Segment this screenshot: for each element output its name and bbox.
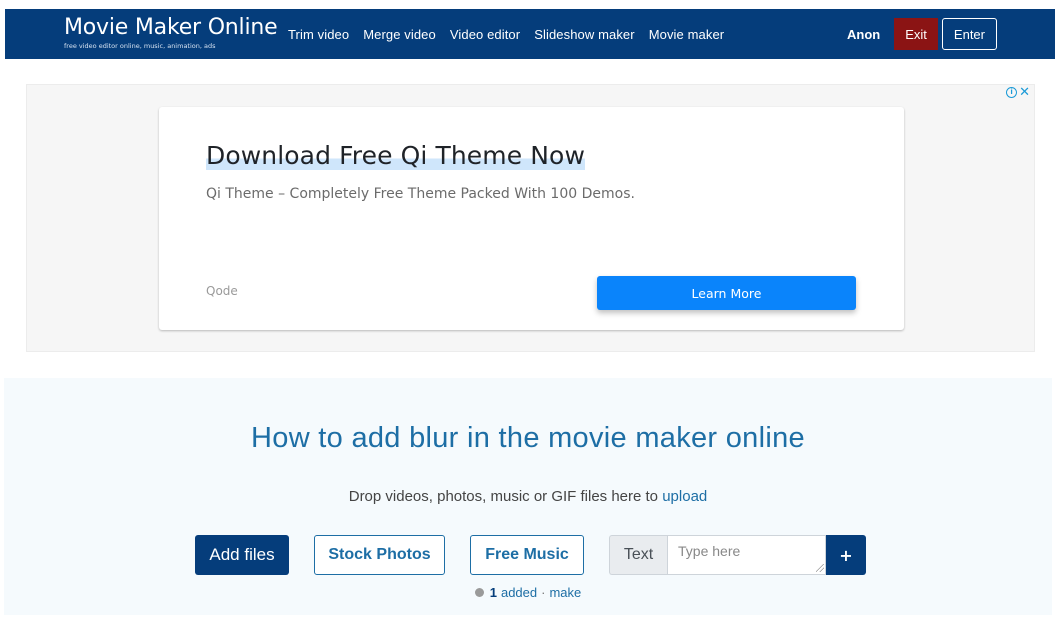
nav-link-merge-video[interactable]: Merge video [363, 27, 436, 42]
free-music-button[interactable]: Free Music [470, 535, 584, 575]
drop-instructions: Drop videos, photos, music or GIF files … [348, 488, 663, 505]
brand-logo[interactable]: Movie Maker Online free video editor onl… [64, 15, 278, 50]
upload-section: How to add blur in the movie maker onlin… [4, 378, 1052, 615]
nav-link-trim-video[interactable]: Trim video [288, 27, 349, 42]
page-title: How to add blur in the movie maker onlin… [251, 422, 805, 454]
ad-banner: i ✕ Download Free Qi Theme Now Qi Theme … [26, 84, 1035, 352]
info-icon[interactable]: i [1006, 87, 1018, 98]
nav-link-slideshow-maker[interactable]: Slideshow maker [534, 27, 635, 42]
text-addon-label: Text [609, 535, 667, 575]
learn-more-button[interactable]: Learn More [597, 276, 856, 310]
add-text-button[interactable]: + [826, 535, 866, 575]
drop-zone-text: Drop videos, photos, music or GIF files … [4, 488, 1052, 505]
add-files-button[interactable]: Add files [195, 535, 289, 575]
text-input-group: Text + [609, 535, 866, 575]
files-count: 1 [489, 585, 497, 600]
enter-button[interactable]: Enter [941, 18, 997, 50]
nav-link-video-editor[interactable]: Video editor [450, 27, 520, 42]
nav-link-movie-maker[interactable]: Movie maker [649, 27, 725, 42]
ad-headline[interactable]: Download Free Qi Theme Now [206, 141, 586, 170]
stock-photos-button[interactable]: Stock Photos [314, 535, 445, 575]
added-link[interactable]: added [501, 585, 537, 600]
user-name[interactable]: Anon [847, 27, 880, 42]
nav-user-area: Anon Exit Enter [847, 9, 997, 59]
close-icon[interactable]: ✕ [1019, 86, 1030, 99]
status-separator: · [541, 585, 546, 600]
ad-description: Qi Theme – Completely Free Theme Packed … [206, 186, 635, 202]
resize-handle-icon[interactable] [816, 564, 824, 572]
ad-choices[interactable]: i ✕ [1006, 86, 1030, 99]
ad-advertiser: Qode [206, 284, 238, 298]
brand-subtitle: free video editor online, music, animati… [64, 42, 216, 50]
upload-link[interactable]: upload [662, 488, 707, 505]
nav-links: Trim video Merge video Video editor Slid… [288, 9, 738, 59]
status-dot-icon [474, 588, 484, 597]
top-navbar: Movie Maker Online free video editor onl… [5, 9, 1055, 59]
exit-button[interactable]: Exit [894, 18, 938, 50]
ad-card[interactable]: Download Free Qi Theme Now Qi Theme – Co… [159, 107, 904, 330]
text-input[interactable] [667, 535, 826, 575]
files-status: 1 added · make [4, 585, 1052, 600]
plus-icon: + [839, 545, 853, 565]
brand-title[interactable]: Movie Maker Online [64, 15, 278, 41]
make-link[interactable]: make [549, 585, 581, 600]
